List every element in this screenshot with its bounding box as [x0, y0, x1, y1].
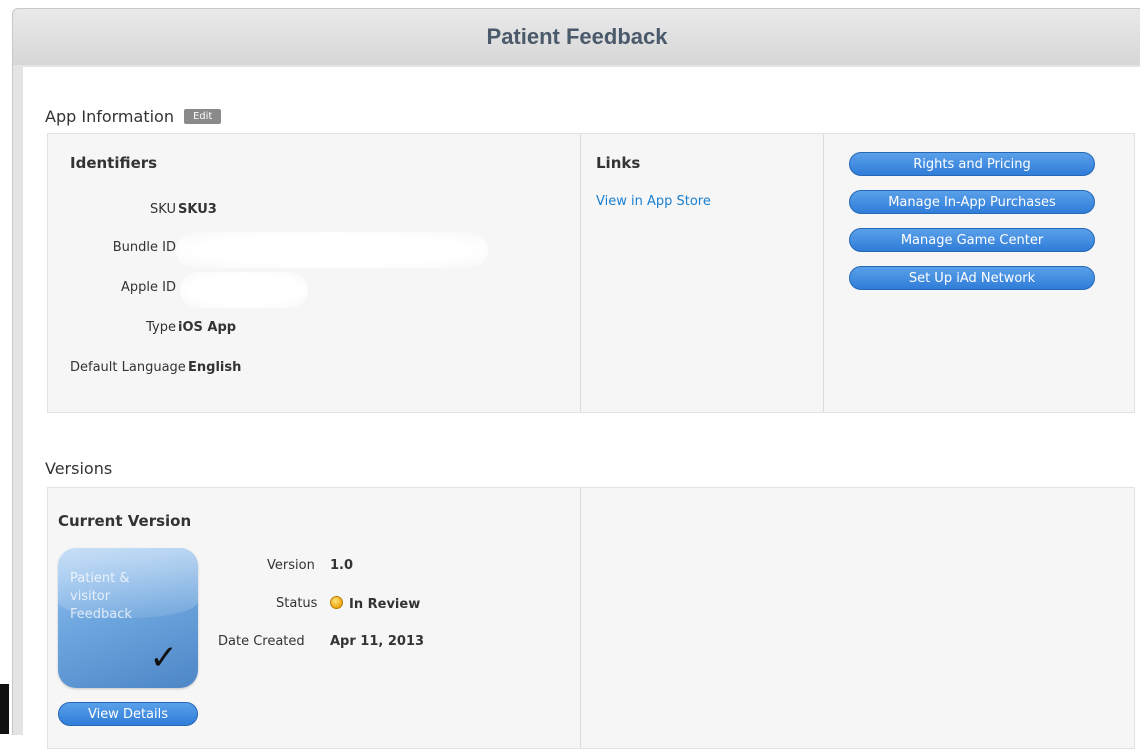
manage-in-app-purchases-button[interactable]: Manage In-App Purchases: [849, 190, 1095, 214]
default-language-value: English: [188, 360, 242, 375]
date-created-value: Apr 11, 2013: [330, 634, 425, 649]
identifier-row-type: Type iOS App: [48, 320, 568, 340]
type-label: Type: [146, 320, 176, 335]
redacted-apple-id: [180, 272, 308, 308]
set-up-iad-network-button[interactable]: Set Up iAd Network: [849, 266, 1095, 290]
default-language-label: Default Language: [70, 360, 186, 375]
identifier-row-default-language: Default Language English: [48, 360, 568, 380]
versions-header: Versions: [45, 459, 112, 478]
status-row: Status In Review: [48, 596, 568, 616]
versions-heading: Versions: [45, 459, 113, 478]
identifier-row-apple-id: Apple ID: [48, 272, 568, 308]
redacted-bundle-id: [176, 232, 488, 268]
edit-button[interactable]: Edit: [183, 109, 222, 124]
window-edge-bar: [0, 684, 9, 734]
identifier-row-bundle-id: Bundle ID: [48, 232, 568, 268]
current-version-heading: Current Version: [58, 512, 192, 530]
app-information-panel: Identifiers SKU SKU3 Bundle ID Apple ID …: [47, 133, 1135, 413]
version-value: 1.0: [330, 558, 354, 573]
app-window: Patient Feedback App Information Edit Id…: [12, 8, 1140, 749]
apple-id-label: Apple ID: [121, 280, 176, 295]
links-heading: Links: [596, 154, 641, 172]
manage-game-center-button[interactable]: Manage Game Center: [849, 228, 1095, 252]
sku-value: SKU3: [178, 202, 217, 217]
view-details-button[interactable]: View Details: [58, 702, 198, 726]
view-in-app-store-link[interactable]: View in App Store: [596, 194, 711, 209]
app-information-header: App Information Edit: [45, 107, 222, 126]
identifier-row-sku: SKU SKU3: [48, 202, 568, 222]
actions-column: Rights and Pricing Manage In-App Purchas…: [824, 134, 1134, 412]
main-content: App Information Edit Identifiers SKU SKU…: [23, 67, 1140, 749]
column-divider: [580, 134, 581, 412]
date-created-row: Date Created Apr 11, 2013: [48, 634, 568, 654]
versions-panel: Current Version Patient & visitor Feedba…: [47, 487, 1135, 749]
sku-label: SKU: [150, 202, 176, 217]
status-value: In Review: [349, 597, 421, 612]
app-information-heading: App Information: [45, 107, 174, 126]
status-dot-icon: [330, 596, 343, 609]
rights-and-pricing-button[interactable]: Rights and Pricing: [849, 152, 1095, 176]
status-label: Status: [276, 596, 318, 611]
identifiers-heading: Identifiers: [70, 154, 158, 172]
type-value: iOS App: [178, 320, 237, 335]
date-created-label: Date Created: [218, 634, 305, 649]
version-row: Version 1.0: [48, 558, 568, 578]
version-label: Version: [267, 558, 315, 573]
status-value-wrap: In Review: [330, 596, 420, 612]
column-divider: [580, 488, 581, 748]
bundle-id-label: Bundle ID: [112, 240, 176, 255]
page-title: Patient Feedback: [486, 24, 668, 49]
